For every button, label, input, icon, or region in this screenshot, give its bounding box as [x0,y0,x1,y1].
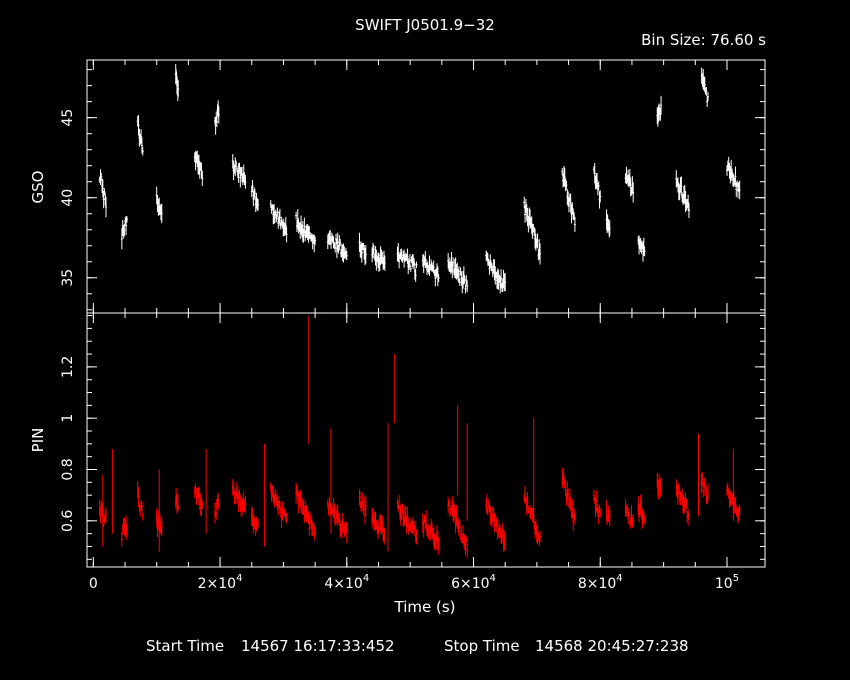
x-tick-label-base: 10 [715,576,733,592]
x-tick-label: 0 [89,576,98,592]
chart-title: SWIFT J0501.9−32 [355,16,495,34]
pin-panel: 0.6 0.8 1 1.2 PIN [29,312,766,568]
x-tick-label-exponent: 4 [490,573,496,584]
x-tick-label: 8×104 [578,573,623,592]
x-tick-label: 2×104 [198,573,243,592]
start-time-label: Start Time [146,637,224,655]
x-tick-label-exponent: 5 [733,573,739,584]
x-tick-label: 105 [715,573,739,592]
light-curve-chart: SWIFT J0501.9−32 Bin Size: 76.60 s 35404… [29,16,766,655]
y-tick-label: 0.6 [60,510,76,532]
footer: Start Time 14567 16:17:33:452 Stop Time … [146,637,689,655]
gso-panel: 35 40 45 GSO [29,59,766,314]
x-tick-label-exponent: 4 [236,573,242,584]
x-tick-label-base: 8×10 [578,576,616,592]
x-tick-label: 6×104 [451,573,496,592]
pin-ylabel: PIN [29,428,47,453]
y-tick-label: 40 [60,189,76,207]
gso-frame [86,59,766,314]
x-tick-label-exponent: 4 [363,573,369,584]
x-tick-label-base: 6×10 [451,576,489,592]
stop-time-value: 14568 20:45:27:238 [535,637,689,655]
y-tick-label: 1.2 [60,356,76,378]
x-axis-label: Time (s) [394,598,456,616]
gso-ylabel: GSO [29,171,47,204]
x-tick-label-base: 0 [89,576,98,592]
x-tick-label-base: 4×10 [324,576,362,592]
y-tick-label: 1 [60,414,76,423]
x-tick-label-exponent: 4 [616,573,622,584]
x-tick-label-base: 2×10 [198,576,236,592]
y-tick-label: 45 [60,109,76,127]
start-time-value: 14567 16:17:33:452 [241,637,395,655]
y-tick-label: 35 [60,269,76,287]
x-tick-label: 4×104 [324,573,369,592]
stop-time-label: Stop Time [444,637,520,655]
y-tick-label: 0.8 [60,458,76,480]
bin-size-label: Bin Size: 76.60 s [641,31,766,49]
